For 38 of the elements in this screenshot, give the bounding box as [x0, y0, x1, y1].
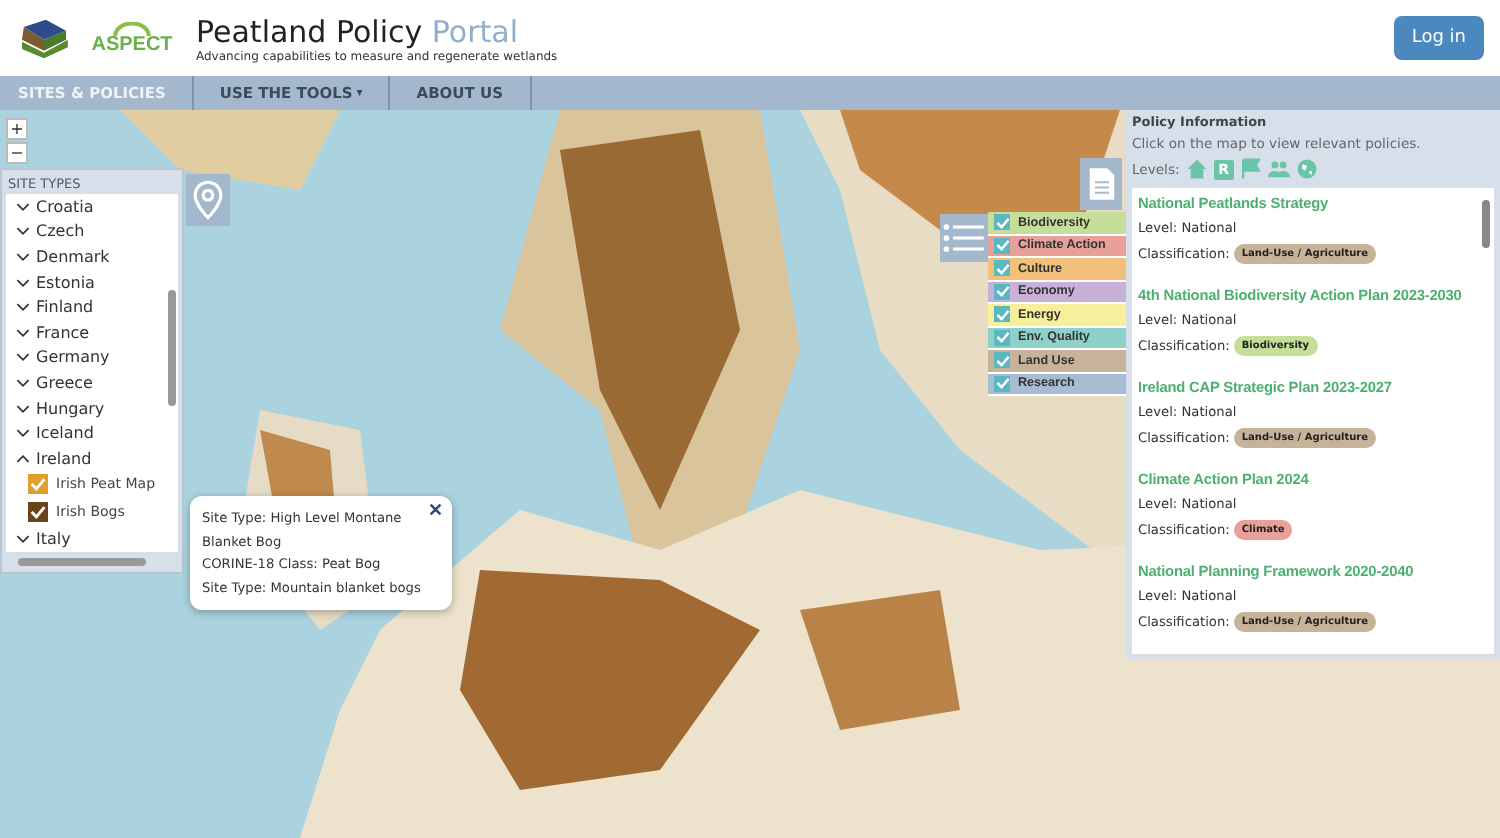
- checkbox[interactable]: [994, 329, 1010, 346]
- document-icon[interactable]: [1080, 158, 1122, 210]
- book-logo-icon: [16, 16, 72, 60]
- location-button[interactable]: [186, 174, 230, 226]
- layer-checkbox[interactable]: [28, 501, 48, 522]
- tree-item[interactable]: Italy: [6, 525, 166, 551]
- people-icon[interactable]: [1267, 158, 1290, 180]
- checkbox[interactable]: [994, 283, 1010, 300]
- tree-item[interactable]: Iceland: [6, 420, 166, 446]
- checkbox[interactable]: [994, 352, 1010, 369]
- globe-icon[interactable]: [1295, 158, 1318, 180]
- tree-item[interactable]: Hungary: [6, 395, 166, 421]
- site-title: Peatland Policy Portal: [196, 13, 520, 49]
- checkbox[interactable]: [994, 375, 1010, 392]
- close-button[interactable]: ✕: [428, 500, 444, 520]
- chevron-down-icon[interactable]: [16, 533, 30, 544]
- login-button[interactable]: Log in: [1393, 16, 1484, 60]
- aspect-logo: ASPECT: [92, 21, 172, 55]
- tree-item[interactable]: Denmark: [6, 244, 166, 270]
- chevron-up-icon[interactable]: [16, 453, 30, 464]
- tree-item[interactable]: Croatia: [6, 194, 166, 220]
- zoom-button[interactable]: −: [6, 142, 28, 164]
- tree-item[interactable]: Greece: [6, 370, 166, 396]
- zoom-button[interactable]: +: [6, 118, 28, 140]
- checkbox[interactable]: [994, 306, 1010, 323]
- flag-icon[interactable]: [1239, 158, 1262, 180]
- checkbox[interactable]: [994, 260, 1010, 277]
- tree-item[interactable]: Czech: [6, 219, 166, 245]
- layer-checkbox[interactable]: [28, 474, 48, 495]
- tree-item[interactable]: Finland: [6, 294, 166, 320]
- checkbox[interactable]: [994, 237, 1010, 254]
- tree-item[interactable]: France: [6, 319, 166, 346]
- tree-item[interactable]: Ireland: [6, 445, 166, 472]
- tree-item[interactable]: Germany: [6, 345, 166, 371]
- tree-item[interactable]: Estonia: [6, 269, 166, 295]
- checkbox[interactable]: [994, 214, 1010, 231]
- list-icon[interactable]: [940, 214, 988, 262]
- home-icon[interactable]: [1185, 158, 1208, 180]
